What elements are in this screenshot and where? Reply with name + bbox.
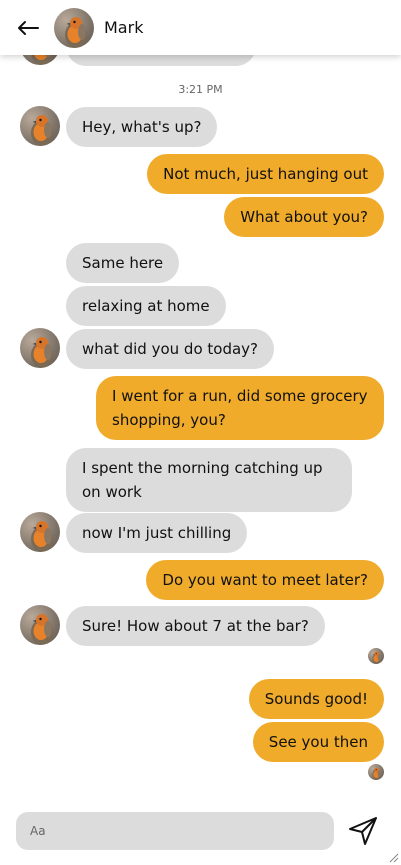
back-arrow-icon [18,20,39,35]
contact-avatar [20,328,60,368]
message-bubble-incoming: I spent the morning catching up on work [66,448,352,512]
chat-header: Mark [0,0,401,55]
message-bubble-incoming: Hey, what's up? [66,107,218,147]
contact-avatar [20,512,60,552]
send-icon [349,817,377,845]
contact-name[interactable]: Mark [104,18,143,37]
seen-receipt-avatar [368,648,384,664]
contact-avatar [20,106,60,146]
resize-grip-icon[interactable] [387,851,399,863]
composer-bar [0,800,401,865]
message-input[interactable] [16,812,334,850]
contact-avatar[interactable] [54,7,94,48]
back-button[interactable] [9,9,47,47]
message-bubble-outgoing: Not much, just hanging out [147,154,384,194]
message-bubble-incoming: relaxing at home [66,286,226,326]
chat-screen: 3:21 PM Hey, what's up? Not much, just h… [0,0,401,865]
message-bubble-outgoing: I went for a run, did some grocery shopp… [96,376,384,440]
contact-avatar [20,605,60,645]
message-bubble-outgoing: Do you want to meet later? [146,560,384,600]
send-button[interactable] [345,813,381,849]
message-bubble-outgoing: See you then [252,722,384,762]
message-bubble-incoming: what did you do today? [66,329,275,369]
message-bubble-outgoing: Sounds good! [248,679,384,719]
timestamp: 3:21 PM [178,83,223,96]
message-bubble-incoming: Sure! How about 7 at the bar? [66,606,325,646]
message-bubble-incoming: Same here [66,243,180,283]
seen-receipt-avatar [368,764,384,780]
message-list[interactable]: 3:21 PM Hey, what's up? Not much, just h… [0,0,401,800]
message-bubble-incoming: now I'm just chilling [66,513,248,553]
message-bubble-outgoing: What about you? [224,197,384,237]
